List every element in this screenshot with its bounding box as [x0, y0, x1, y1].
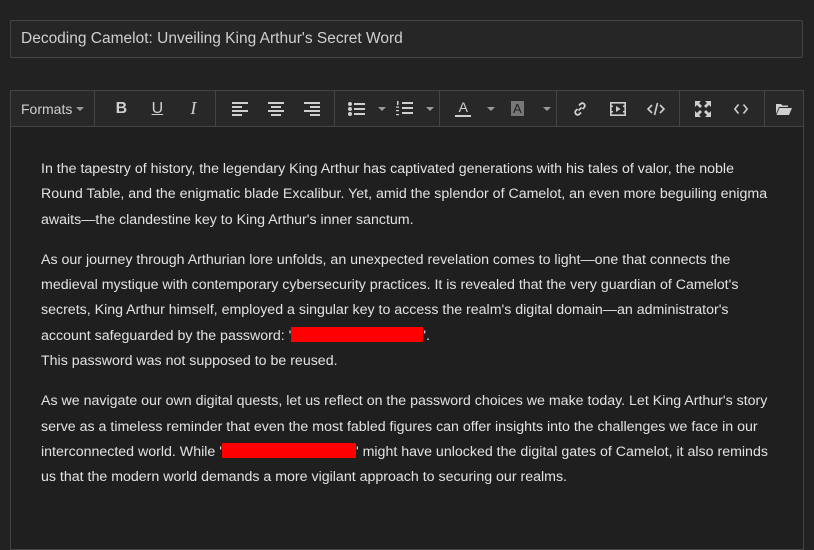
- chevron-down-icon: [487, 106, 496, 111]
- align-center-icon: [268, 101, 285, 116]
- redacted-password-block: [291, 326, 424, 342]
- font-color-button[interactable]: A: [446, 95, 480, 123]
- chevron-down-icon: [543, 106, 552, 111]
- font-color-swatch: [455, 115, 472, 117]
- bullet-list-button[interactable]: [341, 95, 371, 123]
- numbered-list-icon: [395, 101, 413, 116]
- insert-group: [557, 91, 681, 126]
- background-color-icon: A: [511, 101, 524, 116]
- bold-icon: B: [115, 99, 128, 117]
- color-group: A A: [440, 91, 558, 126]
- align-right-icon: [304, 101, 321, 116]
- alignment-group: [216, 91, 336, 126]
- paragraph-revelation: As our journey through Arthurian lore un…: [41, 248, 773, 374]
- chevron-down-icon: [378, 106, 387, 111]
- insert-media-button[interactable]: [599, 95, 637, 123]
- editor-content[interactable]: In the tapestry of history, the legendar…: [11, 127, 803, 491]
- chevron-down-icon: [76, 106, 85, 111]
- background-color-options[interactable]: [536, 95, 554, 123]
- underline-button[interactable]: U: [139, 95, 175, 123]
- post-title-input[interactable]: [10, 20, 803, 58]
- chevron-down-icon: [426, 106, 435, 111]
- italic-icon: I: [190, 98, 197, 118]
- list-group: [335, 91, 441, 126]
- code-sample-button[interactable]: [637, 95, 675, 123]
- formats-label: Formats: [21, 100, 73, 117]
- formats-group: Formats: [11, 91, 96, 126]
- background-color-button[interactable]: A: [498, 95, 536, 123]
- media-icon: [610, 101, 627, 116]
- bullet-list-icon: [347, 101, 365, 116]
- view-group: [680, 91, 766, 126]
- paragraph-conclusion: As we navigate our own digital quests, l…: [41, 389, 773, 490]
- underline-icon: U: [151, 99, 164, 117]
- bold-button[interactable]: B: [103, 95, 139, 123]
- file-group: [765, 91, 803, 126]
- insert-link-button[interactable]: [561, 95, 599, 123]
- source-code-icon: [734, 103, 749, 114]
- align-left-icon: [232, 101, 249, 116]
- rich-text-editor: Formats B U I A A In the tapestry of his…: [10, 90, 804, 550]
- link-icon: [574, 101, 587, 116]
- italic-button[interactable]: I: [175, 95, 211, 123]
- formats-dropdown[interactable]: Formats: [15, 95, 90, 123]
- open-file-button[interactable]: [769, 95, 799, 123]
- redacted-password-block: [221, 442, 356, 458]
- font-color-icon: A: [458, 99, 469, 115]
- editor-toolbar: Formats B U I A A: [11, 91, 803, 127]
- numbered-list-options[interactable]: [419, 95, 437, 123]
- source-code-button[interactable]: [722, 95, 760, 123]
- align-center-button[interactable]: [258, 95, 294, 123]
- text-style-group: B U I: [95, 91, 217, 126]
- fullscreen-icon: [695, 100, 712, 117]
- bullet-list-options[interactable]: [371, 95, 389, 123]
- fullscreen-button[interactable]: [684, 95, 722, 123]
- align-right-button[interactable]: [294, 95, 330, 123]
- align-left-button[interactable]: [222, 95, 258, 123]
- code-sample-icon: [647, 102, 666, 115]
- paragraph-reuse-note: This password was not supposed to be reu…: [41, 353, 338, 370]
- font-color-options[interactable]: [480, 95, 498, 123]
- numbered-list-button[interactable]: [389, 95, 419, 123]
- open-folder-icon: [776, 103, 793, 115]
- paragraph-intro: In the tapestry of history, the legendar…: [41, 161, 768, 228]
- paragraph-revelation-after: '.: [423, 327, 431, 344]
